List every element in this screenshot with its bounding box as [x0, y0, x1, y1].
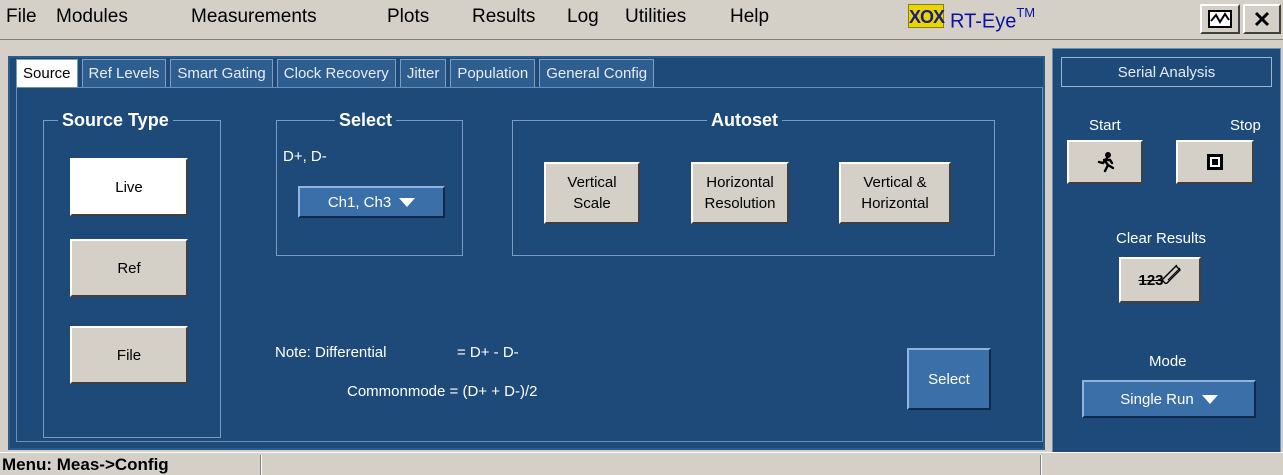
- minimize-button[interactable]: [1200, 4, 1240, 34]
- stop-button[interactable]: [1176, 140, 1254, 184]
- channel-dropdown[interactable]: Ch1, Ch3: [298, 186, 445, 218]
- close-icon: [1254, 11, 1270, 27]
- stop-icon: [1207, 154, 1223, 170]
- trademark: TM: [1016, 5, 1036, 20]
- source-ref-button[interactable]: Ref: [70, 239, 188, 297]
- vertical-scale-line2: Scale: [573, 195, 611, 212]
- status-divider: [260, 455, 262, 475]
- menu-help[interactable]: Help: [730, 6, 769, 28]
- menu-results[interactable]: Results: [472, 6, 535, 28]
- close-button[interactable]: [1243, 4, 1281, 34]
- status-bar: Menu: Meas->Config: [0, 452, 1283, 475]
- horizontal-resolution-line1: Horizontal: [706, 174, 774, 191]
- tab-bar: Source Ref Levels Smart Gating Clock Rec…: [16, 59, 658, 87]
- tab-population[interactable]: Population: [450, 59, 536, 87]
- app-title: RT-EyeTM: [950, 5, 1036, 34]
- note-differential-formula: = D+ - D-: [457, 344, 519, 361]
- start-label: Start: [1089, 117, 1121, 134]
- menu-utilities[interactable]: Utilities: [625, 6, 686, 28]
- menu-plots[interactable]: Plots: [387, 6, 429, 28]
- app-title-text: RT-Eye: [950, 10, 1017, 33]
- menu-log[interactable]: Log: [567, 6, 599, 28]
- serial-analysis-title: Serial Analysis: [1061, 57, 1272, 87]
- tab-smart-gating[interactable]: Smart Gating: [170, 59, 273, 87]
- vertical-scale-button[interactable]: Vertical Scale: [544, 162, 640, 224]
- chevron-down-icon: [1201, 394, 1218, 404]
- source-tab-content: Source Type Live Ref File Select D+, D- …: [16, 87, 1043, 442]
- tab-ref-levels[interactable]: Ref Levels: [81, 59, 167, 87]
- tab-clock-recovery[interactable]: Clock Recovery: [276, 59, 396, 87]
- tab-general-config[interactable]: General Config: [539, 59, 655, 87]
- serial-analysis-panel: Serial Analysis Start Stop Clear Results…: [1052, 48, 1281, 453]
- vertical-horizontal-button[interactable]: Vertical & Horizontal: [839, 162, 951, 224]
- note-differential-label: Note: Differential: [275, 344, 387, 361]
- eraser-icon: [1160, 264, 1181, 284]
- window-icon: [1208, 10, 1232, 28]
- mode-dropdown-value: Single Run: [1120, 390, 1194, 408]
- mode-dropdown[interactable]: Single Run: [1082, 380, 1256, 418]
- menu-file[interactable]: File: [6, 6, 37, 28]
- vertical-horizontal-line1: Vertical &: [863, 174, 927, 191]
- menu-bar: File Modules Measurements Plots Results …: [0, 0, 1283, 40]
- status-divider: [1040, 455, 1042, 475]
- autoset-label: Autoset: [707, 110, 782, 131]
- horizontal-resolution-button[interactable]: Horizontal Resolution: [691, 162, 789, 224]
- select-button[interactable]: Select: [907, 348, 991, 410]
- vertical-scale-line1: Vertical: [567, 174, 617, 191]
- menu-modules[interactable]: Modules: [56, 6, 128, 28]
- stop-label: Stop: [1230, 117, 1261, 134]
- mode-label: Mode: [1149, 353, 1187, 370]
- app-logo: XOX RT-EyeTM: [908, 4, 1035, 34]
- logo-mark: XOX: [908, 4, 945, 28]
- horizontal-resolution-line2: Resolution: [704, 195, 776, 212]
- chevron-down-icon: [399, 197, 416, 207]
- source-file-button[interactable]: File: [70, 326, 188, 384]
- menu-measurements[interactable]: Measurements: [191, 6, 317, 28]
- note-commonmode: Commonmode = (D+ + D-)/2: [347, 383, 538, 400]
- running-man-icon: [1097, 152, 1115, 173]
- select-group-label: Select: [335, 110, 397, 131]
- source-live-button[interactable]: Live: [70, 158, 188, 216]
- clear-results-label: Clear Results: [1116, 230, 1207, 247]
- status-text: Menu: Meas->Config: [2, 455, 169, 474]
- channel-dropdown-value: Ch1, Ch3: [327, 193, 392, 211]
- tab-source[interactable]: Source: [16, 59, 78, 87]
- channel-field-label: D+, D-: [283, 148, 327, 165]
- vertical-horizontal-line2: Horizontal: [861, 195, 929, 212]
- clear-results-button[interactable]: 123: [1119, 257, 1201, 303]
- source-type-label: Source Type: [58, 110, 173, 131]
- start-button[interactable]: [1067, 140, 1143, 184]
- tab-jitter[interactable]: Jitter: [399, 59, 447, 87]
